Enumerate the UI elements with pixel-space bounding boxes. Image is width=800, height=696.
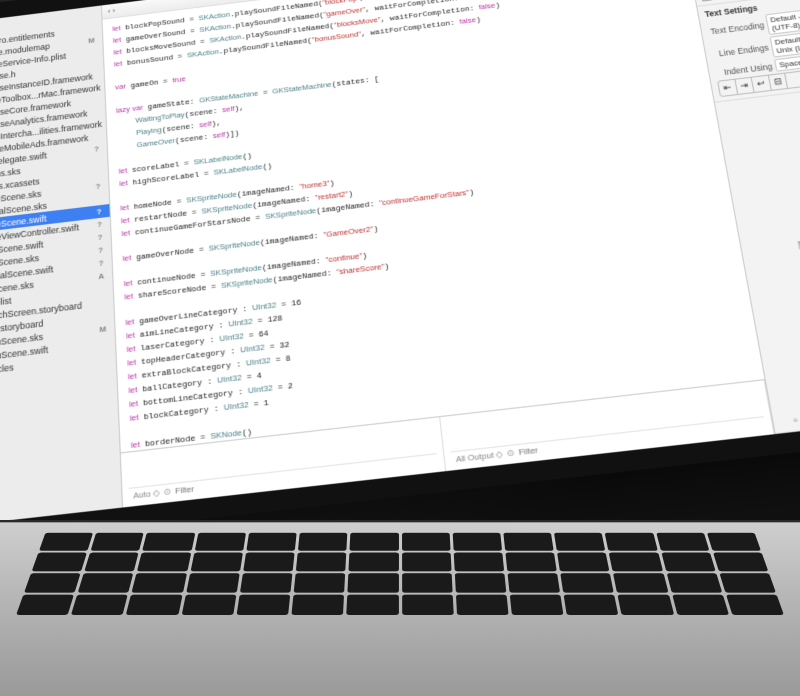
xcode-window: BallZero ▫BallZero.entitlements▫module.m… bbox=[0, 0, 800, 551]
checkbox-icon[interactable]: ✓ bbox=[701, 0, 713, 1]
nav-chevrons[interactable]: ‹ › bbox=[108, 6, 116, 15]
filter-icon: ⊙ bbox=[164, 486, 172, 497]
variables-auto[interactable]: Auto ◇ bbox=[133, 488, 160, 501]
scm-badge: A bbox=[98, 271, 108, 281]
scm-badge: M bbox=[88, 36, 99, 45]
scm-badge: ? bbox=[94, 144, 103, 154]
file-template-icon[interactable]: ▫ bbox=[792, 415, 798, 428]
source-editor[interactable]: let blockPopSound = SKAction.playSoundFi… bbox=[102, 0, 764, 452]
file-label: Particles bbox=[0, 362, 14, 377]
fold-icon[interactable]: ⊟ bbox=[769, 74, 789, 90]
console-scope[interactable]: All Output ◇ bbox=[455, 449, 503, 464]
editor-area: ‹ › let blockPopSound = SKAction.playSou… bbox=[102, 0, 775, 507]
scm-badge: ? bbox=[96, 181, 105, 191]
scm-badge: ? bbox=[97, 206, 106, 216]
encoding-label: Text Encoding bbox=[707, 20, 765, 36]
scm-badge: ? bbox=[98, 245, 107, 255]
scm-badge: ? bbox=[97, 219, 106, 229]
scm-badge: ? bbox=[99, 258, 108, 268]
scm-badge: ? bbox=[98, 232, 107, 242]
filter-icon: ⊙ bbox=[506, 448, 514, 459]
lineendings-label: Line Endings bbox=[711, 43, 769, 59]
scm-badge: M bbox=[99, 324, 110, 335]
laptop-keyboard bbox=[0, 520, 800, 696]
